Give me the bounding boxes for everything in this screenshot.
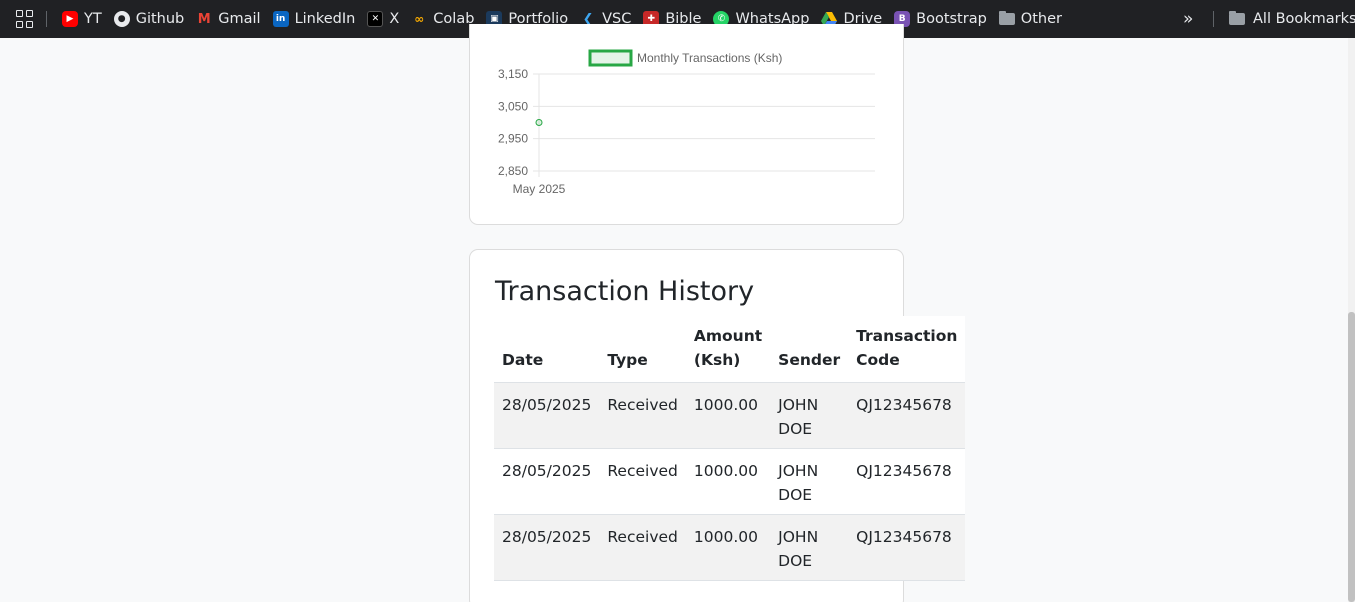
table-row: 28/05/2025 Received 1000.00 JOHN DOE QJ1… (494, 448, 966, 515)
bookmark-label: LinkedIn (294, 11, 356, 27)
bookmark-label: Github (135, 11, 185, 27)
table-row: 28/05/2025 Received 1000.00 JOHN DOE QJ1… (494, 514, 966, 581)
transaction-table: Date Type Amount (Ksh) Sender Transactio… (494, 316, 966, 581)
table-header-row: Date Type Amount (Ksh) Sender Transactio… (494, 316, 966, 383)
cell-date: 28/05/2025 (494, 382, 600, 449)
column-header-type: Type (599, 316, 686, 383)
page-scrollbar-thumb[interactable] (1348, 312, 1355, 602)
cell-type: Received (599, 448, 686, 515)
all-bookmarks-button[interactable]: All Bookmarks (1229, 5, 1355, 33)
monthly-transactions-chart: 3,150 3,050 2,950 2,850 May 2025 Monthly Tr… (498, 49, 875, 196)
gmail-icon: M (197, 11, 211, 27)
series-points (535, 119, 543, 126)
more-bookmarks-chevron-icon[interactable]: » (1183, 9, 1193, 29)
cell-amount: 1000.00 (685, 514, 771, 581)
x-icon: ✕ (367, 11, 384, 27)
cell-code: QJ12345678 (848, 382, 966, 449)
bookmark-gmail[interactable]: M Gmail (191, 5, 266, 33)
x-tick-label: May 2025 (513, 182, 566, 196)
bookmark-linkedin[interactable]: in LinkedIn (268, 5, 362, 33)
linkedin-icon: in (272, 11, 289, 27)
bookmark-x[interactable]: ✕ X (362, 5, 405, 33)
section-title: Transaction History (495, 276, 755, 307)
legend-label: Monthly Transactions (Ksh) (637, 51, 782, 65)
bookmark-separator (1213, 11, 1214, 27)
column-header-code: Transaction Code (848, 316, 966, 383)
column-header-amount: Amount (Ksh) (685, 316, 771, 383)
bookmark-label: Other (1020, 11, 1062, 27)
bookmark-label: Gmail (218, 11, 261, 27)
cell-type: Received (599, 514, 686, 581)
cell-sender: JOHN DOE (770, 514, 849, 581)
x-axis-ticks: May 2025 (513, 182, 566, 196)
y-tick-label: 2,950 (498, 132, 528, 146)
all-bookmarks-label: All Bookmarks (1253, 11, 1355, 27)
column-header-date: Date (494, 316, 600, 383)
bookmark-other[interactable]: Other (994, 5, 1068, 33)
cell-date: 28/05/2025 (494, 514, 600, 581)
y-tick-label: 2,850 (498, 164, 528, 178)
cell-sender: JOHN DOE (770, 382, 849, 449)
cell-code: QJ12345678 (848, 448, 966, 515)
transaction-history-card: Transaction History Date Type Amount (Ks… (469, 249, 966, 602)
bookmark-separator (46, 11, 47, 27)
bookmark-label: X (389, 11, 400, 27)
chart-grid (533, 73, 875, 177)
youtube-icon: ▶ (62, 11, 78, 27)
y-tick-label: 3,150 (498, 67, 528, 81)
bookmark-github[interactable]: ● Github (109, 5, 191, 33)
bookmark-yt[interactable]: ▶ YT (57, 5, 108, 33)
folder-icon (998, 11, 1015, 27)
folder-icon (1229, 11, 1245, 27)
y-axis-ticks: 3,150 3,050 2,950 2,850 (498, 67, 528, 178)
cell-type: Received (599, 382, 686, 449)
data-point[interactable] (535, 119, 543, 126)
cell-amount: 1000.00 (685, 382, 771, 449)
cell-date: 28/05/2025 (494, 448, 600, 515)
github-icon: ● (113, 11, 130, 27)
cell-code: QJ12345678 (848, 514, 966, 581)
chart-legend[interactable]: Monthly Transactions (Ksh) (588, 49, 782, 67)
cell-amount: 1000.00 (685, 448, 771, 515)
column-header-sender: Sender (770, 316, 849, 383)
legend-swatch (588, 49, 633, 67)
colab-icon: ∞ (414, 12, 425, 26)
y-tick-label: 3,050 (498, 99, 528, 113)
bookmark-label: Bootstrap (916, 11, 987, 27)
table-row: 28/05/2025 Received 1000.00 JOHN DOE QJ1… (494, 382, 966, 449)
cell-sender: JOHN DOE (770, 448, 849, 515)
apps-grid-icon[interactable] (16, 10, 34, 28)
chart-card: 3,150 3,050 2,950 2,850 May 2025 Monthly Tr… (469, 24, 904, 225)
bookmark-label: YT (84, 11, 102, 27)
